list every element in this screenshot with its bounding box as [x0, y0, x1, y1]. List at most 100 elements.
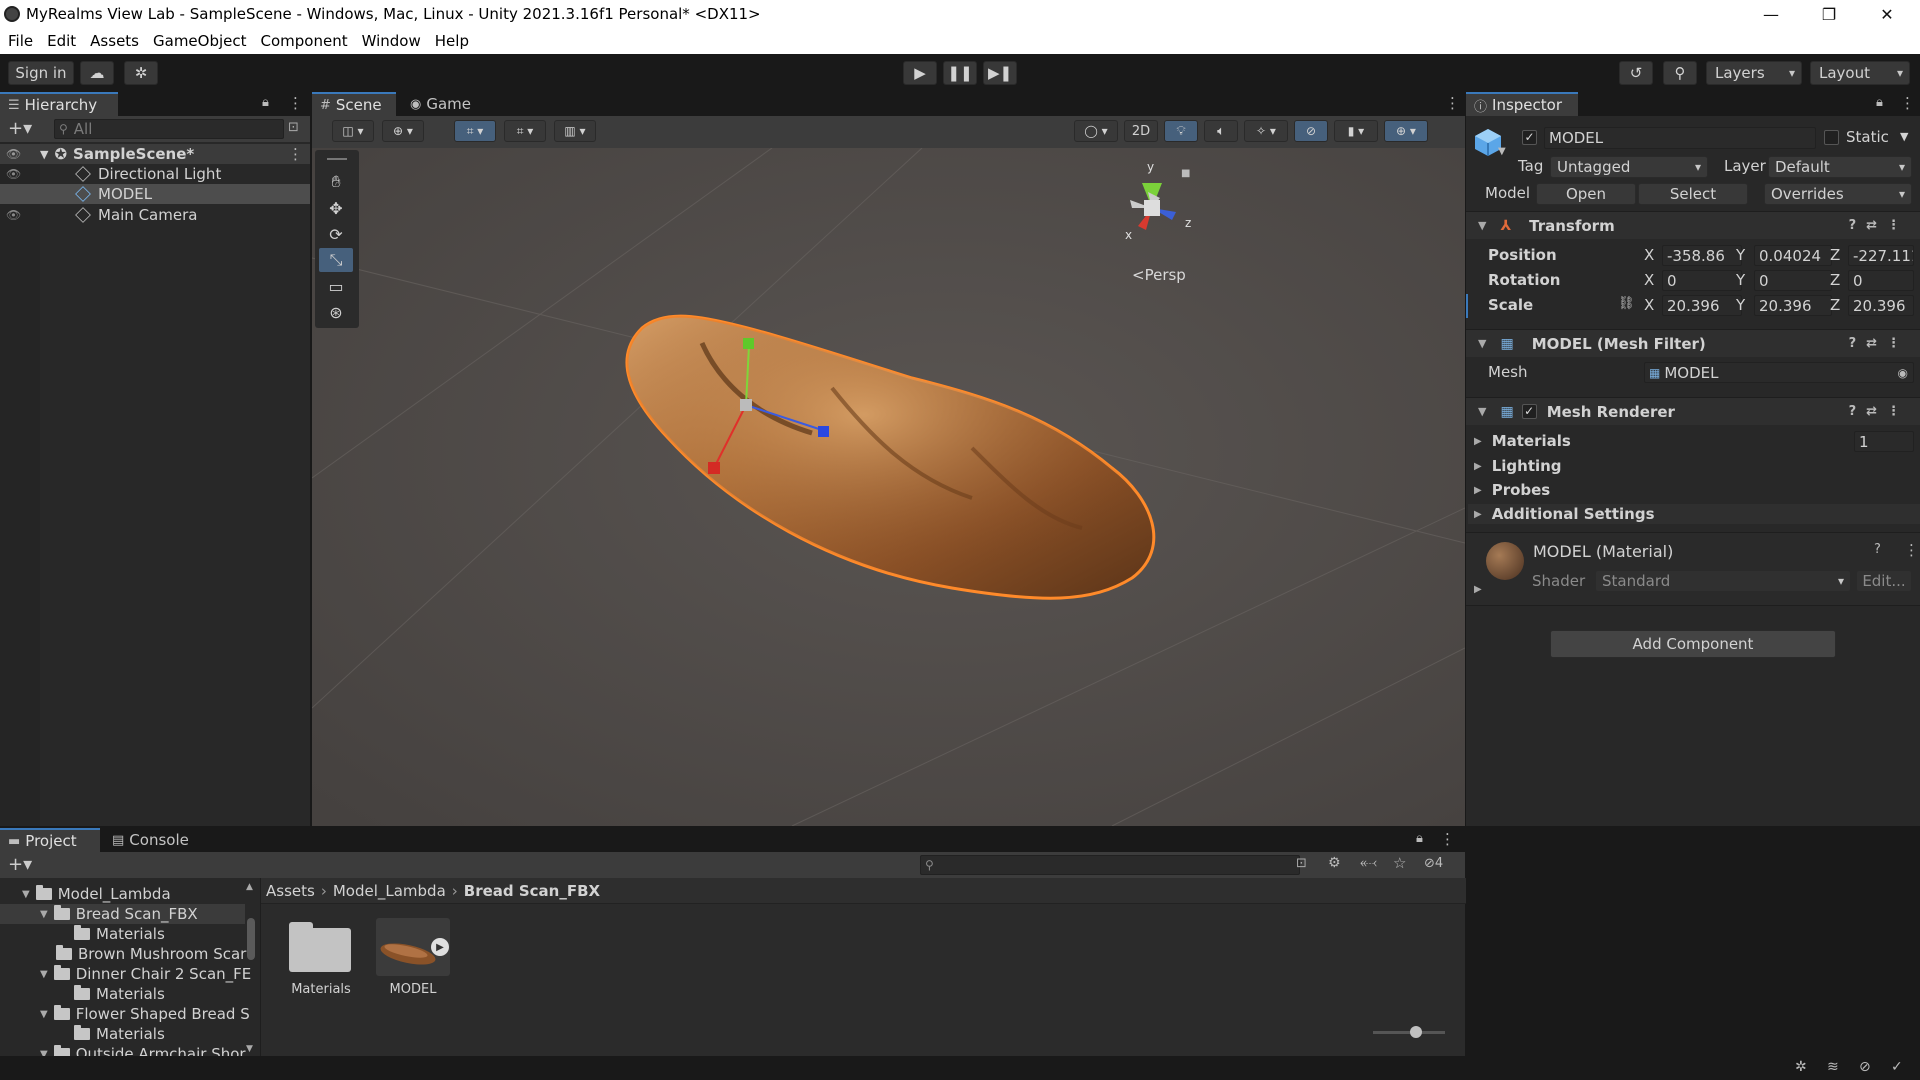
- asset-folder-materials[interactable]: [289, 920, 351, 972]
- expand-arrow-icon[interactable]: ▶: [1474, 461, 1482, 472]
- scroll-down-icon[interactable]: ▼: [246, 1044, 253, 1054]
- scene-more-icon[interactable]: ⋮: [1445, 94, 1460, 112]
- overrides-dropdown[interactable]: Overrides: [1764, 183, 1912, 205]
- material-help-icon[interactable]: ?: [1874, 542, 1881, 557]
- lock-icon[interactable]: 🔒︎: [1876, 95, 1883, 110]
- transform-tool-icon[interactable]: ⊛: [319, 300, 353, 324]
- tab-game[interactable]: ◉ Game: [402, 92, 482, 116]
- grid-snapping-button[interactable]: ⌗ ▾: [454, 120, 496, 142]
- expand-arrow-icon[interactable]: ▼: [22, 889, 30, 900]
- hand-tool-icon[interactable]: ✋︎: [319, 170, 353, 194]
- hierarchy-row-scene[interactable]: 👁︎ ▼ ✪ SampleScene* ⋮: [0, 144, 310, 164]
- object-picker-icon[interactable]: ◉: [1898, 366, 1908, 380]
- expand-arrow-icon[interactable]: ▶: [1474, 509, 1482, 520]
- tree-item-selected[interactable]: ▼ Bread Scan_FBX: [0, 904, 245, 924]
- 2d-toggle[interactable]: 2D: [1124, 120, 1158, 142]
- increment-snap-button[interactable]: ⌗ ▾: [504, 120, 546, 142]
- position-y-field[interactable]: 0.04024: [1754, 245, 1832, 266]
- tab-hierarchy[interactable]: ☰ Hierarchy: [0, 92, 118, 116]
- select-button[interactable]: Select: [1638, 183, 1748, 205]
- effects-dropdown[interactable]: ✧ ▾: [1244, 120, 1288, 142]
- open-button[interactable]: Open: [1536, 183, 1636, 205]
- layers-icon[interactable]: ≋: [1827, 1059, 1839, 1075]
- materials-foldout[interactable]: ▶ Materials: [1468, 431, 1920, 451]
- expand-arrow-icon[interactable]: ▼: [40, 969, 48, 980]
- tree-item[interactable]: ▼ Dinner Chair 2 Scan_FE: [0, 964, 251, 984]
- scale-x-field[interactable]: 20.396: [1662, 295, 1742, 316]
- persp-label[interactable]: <Persp: [1132, 266, 1186, 284]
- add-icon[interactable]: +▾: [8, 118, 32, 139]
- icon-dropdown-arrow[interactable]: ▼: [1498, 146, 1506, 157]
- palette-handle[interactable]: [327, 158, 347, 160]
- static-checkbox[interactable]: [1824, 130, 1839, 145]
- menu-help[interactable]: Help: [435, 32, 469, 50]
- align-button[interactable]: ▥ ▾: [554, 120, 596, 142]
- expand-arrow-icon[interactable]: ▶: [1474, 485, 1482, 496]
- material-more-icon[interactable]: ⋮: [1904, 541, 1919, 559]
- transform-header[interactable]: ▼ ⅄ Transform ?⇄⋮: [1466, 211, 1920, 239]
- expand-asset-icon[interactable]: ▶: [431, 938, 449, 956]
- maximize-button[interactable]: ❐: [1800, 0, 1858, 28]
- menu-component[interactable]: Component: [261, 32, 348, 50]
- sign-in-button[interactable]: Sign in: [8, 61, 74, 85]
- scroll-up-icon[interactable]: ▲: [246, 882, 253, 892]
- additional-settings-foldout[interactable]: ▶ Additional Settings: [1468, 504, 1920, 524]
- mesh-renderer-enabled-checkbox[interactable]: ✓: [1521, 404, 1537, 419]
- visibility-icon[interactable]: 👁︎: [6, 147, 40, 161]
- tab-scene[interactable]: # Scene: [312, 92, 396, 116]
- autogen-lighting-icon[interactable]: ⊘: [1859, 1059, 1871, 1075]
- component-header-icons[interactable]: ?⇄⋮: [1849, 336, 1910, 351]
- layout-dropdown[interactable]: Layout: [1810, 61, 1910, 85]
- position-z-field[interactable]: -227.111: [1848, 245, 1914, 266]
- layers-dropdown[interactable]: Layers: [1706, 61, 1802, 85]
- menu-window[interactable]: Window: [362, 32, 421, 50]
- shader-dropdown[interactable]: Standard: [1595, 570, 1851, 592]
- materials-count-field[interactable]: 1: [1854, 431, 1914, 452]
- menu-edit[interactable]: Edit: [47, 32, 76, 50]
- visibility-icon[interactable]: 👁︎: [6, 167, 76, 181]
- mesh-renderer-header[interactable]: ▼ ▦ ✓ Mesh Renderer ?⇄⋮: [1466, 397, 1920, 425]
- hierarchy-search-input[interactable]: ⚲ All: [54, 119, 284, 139]
- more-icon[interactable]: ⋮: [288, 94, 303, 112]
- collab-icon[interactable]: ✲: [124, 61, 158, 85]
- lock-icon[interactable]: 🔒︎: [1416, 831, 1423, 846]
- rotation-y-field[interactable]: 0: [1754, 270, 1832, 291]
- more-icon[interactable]: ⋮: [1440, 830, 1455, 848]
- tab-console[interactable]: ▤ Console: [104, 828, 204, 852]
- mesh-object-field[interactable]: ▦ MODEL ◉: [1644, 362, 1914, 383]
- rotation-x-field[interactable]: 0: [1662, 270, 1742, 291]
- tab-inspector[interactable]: ⓘ Inspector: [1466, 92, 1578, 116]
- search-icon[interactable]: ⚲: [1663, 61, 1697, 85]
- move-tool-icon[interactable]: ✥: [319, 196, 353, 220]
- object-name-input[interactable]: MODEL: [1544, 127, 1816, 149]
- audio-toggle-icon[interactable]: 🔈︎: [1204, 120, 1238, 142]
- collapse-arrow-icon[interactable]: ▼: [1478, 405, 1486, 418]
- gizmo-lock-icon[interactable]: ■: [1181, 168, 1190, 179]
- filter-type-icon[interactable]: ⚙︎: [1328, 855, 1341, 871]
- hidden-packages-icon[interactable]: ⊘4: [1424, 856, 1443, 871]
- scale-z-field[interactable]: 20.396: [1848, 295, 1914, 316]
- shader-edit-button[interactable]: Edit...: [1856, 570, 1912, 592]
- more-icon[interactable]: ⋮: [1900, 94, 1915, 112]
- tree-item[interactable]: Materials: [0, 984, 165, 1004]
- tree-item[interactable]: ▼ Flower Shaped Bread S: [0, 1004, 250, 1024]
- shading-dropdown[interactable]: ◯ ▾: [1074, 120, 1118, 142]
- visibility-icon[interactable]: 👁︎: [6, 208, 76, 222]
- scene-more-icon[interactable]: ⋮: [288, 145, 303, 163]
- scroll-thumb[interactable]: [247, 918, 255, 960]
- active-checkbox[interactable]: ✓: [1522, 130, 1537, 145]
- tree-item[interactable]: Brown Mushroom Scar: [0, 944, 246, 964]
- tab-project[interactable]: ▬ Project: [0, 828, 100, 852]
- position-x-field[interactable]: -358.86: [1662, 245, 1742, 266]
- draw-mode-dropdown[interactable]: ◫ ▾: [332, 120, 374, 142]
- menu-file[interactable]: File: [8, 32, 33, 50]
- label-icon[interactable]: ⬷: [1360, 855, 1377, 871]
- add-component-button[interactable]: Add Component: [1550, 630, 1836, 658]
- collapse-arrow-icon[interactable]: ▼: [1478, 337, 1486, 350]
- expand-arrow-icon[interactable]: ▼: [40, 1009, 48, 1020]
- breadcrumb-model-lambda[interactable]: Model_Lambda: [333, 882, 446, 900]
- tree-item[interactable]: ▼ Model_Lambda: [0, 884, 171, 904]
- expand-arrow-icon[interactable]: ▶: [1474, 436, 1482, 447]
- pause-button[interactable]: ❚❚: [943, 61, 977, 85]
- constrain-proportions-icon[interactable]: ⛓︎: [1618, 296, 1635, 311]
